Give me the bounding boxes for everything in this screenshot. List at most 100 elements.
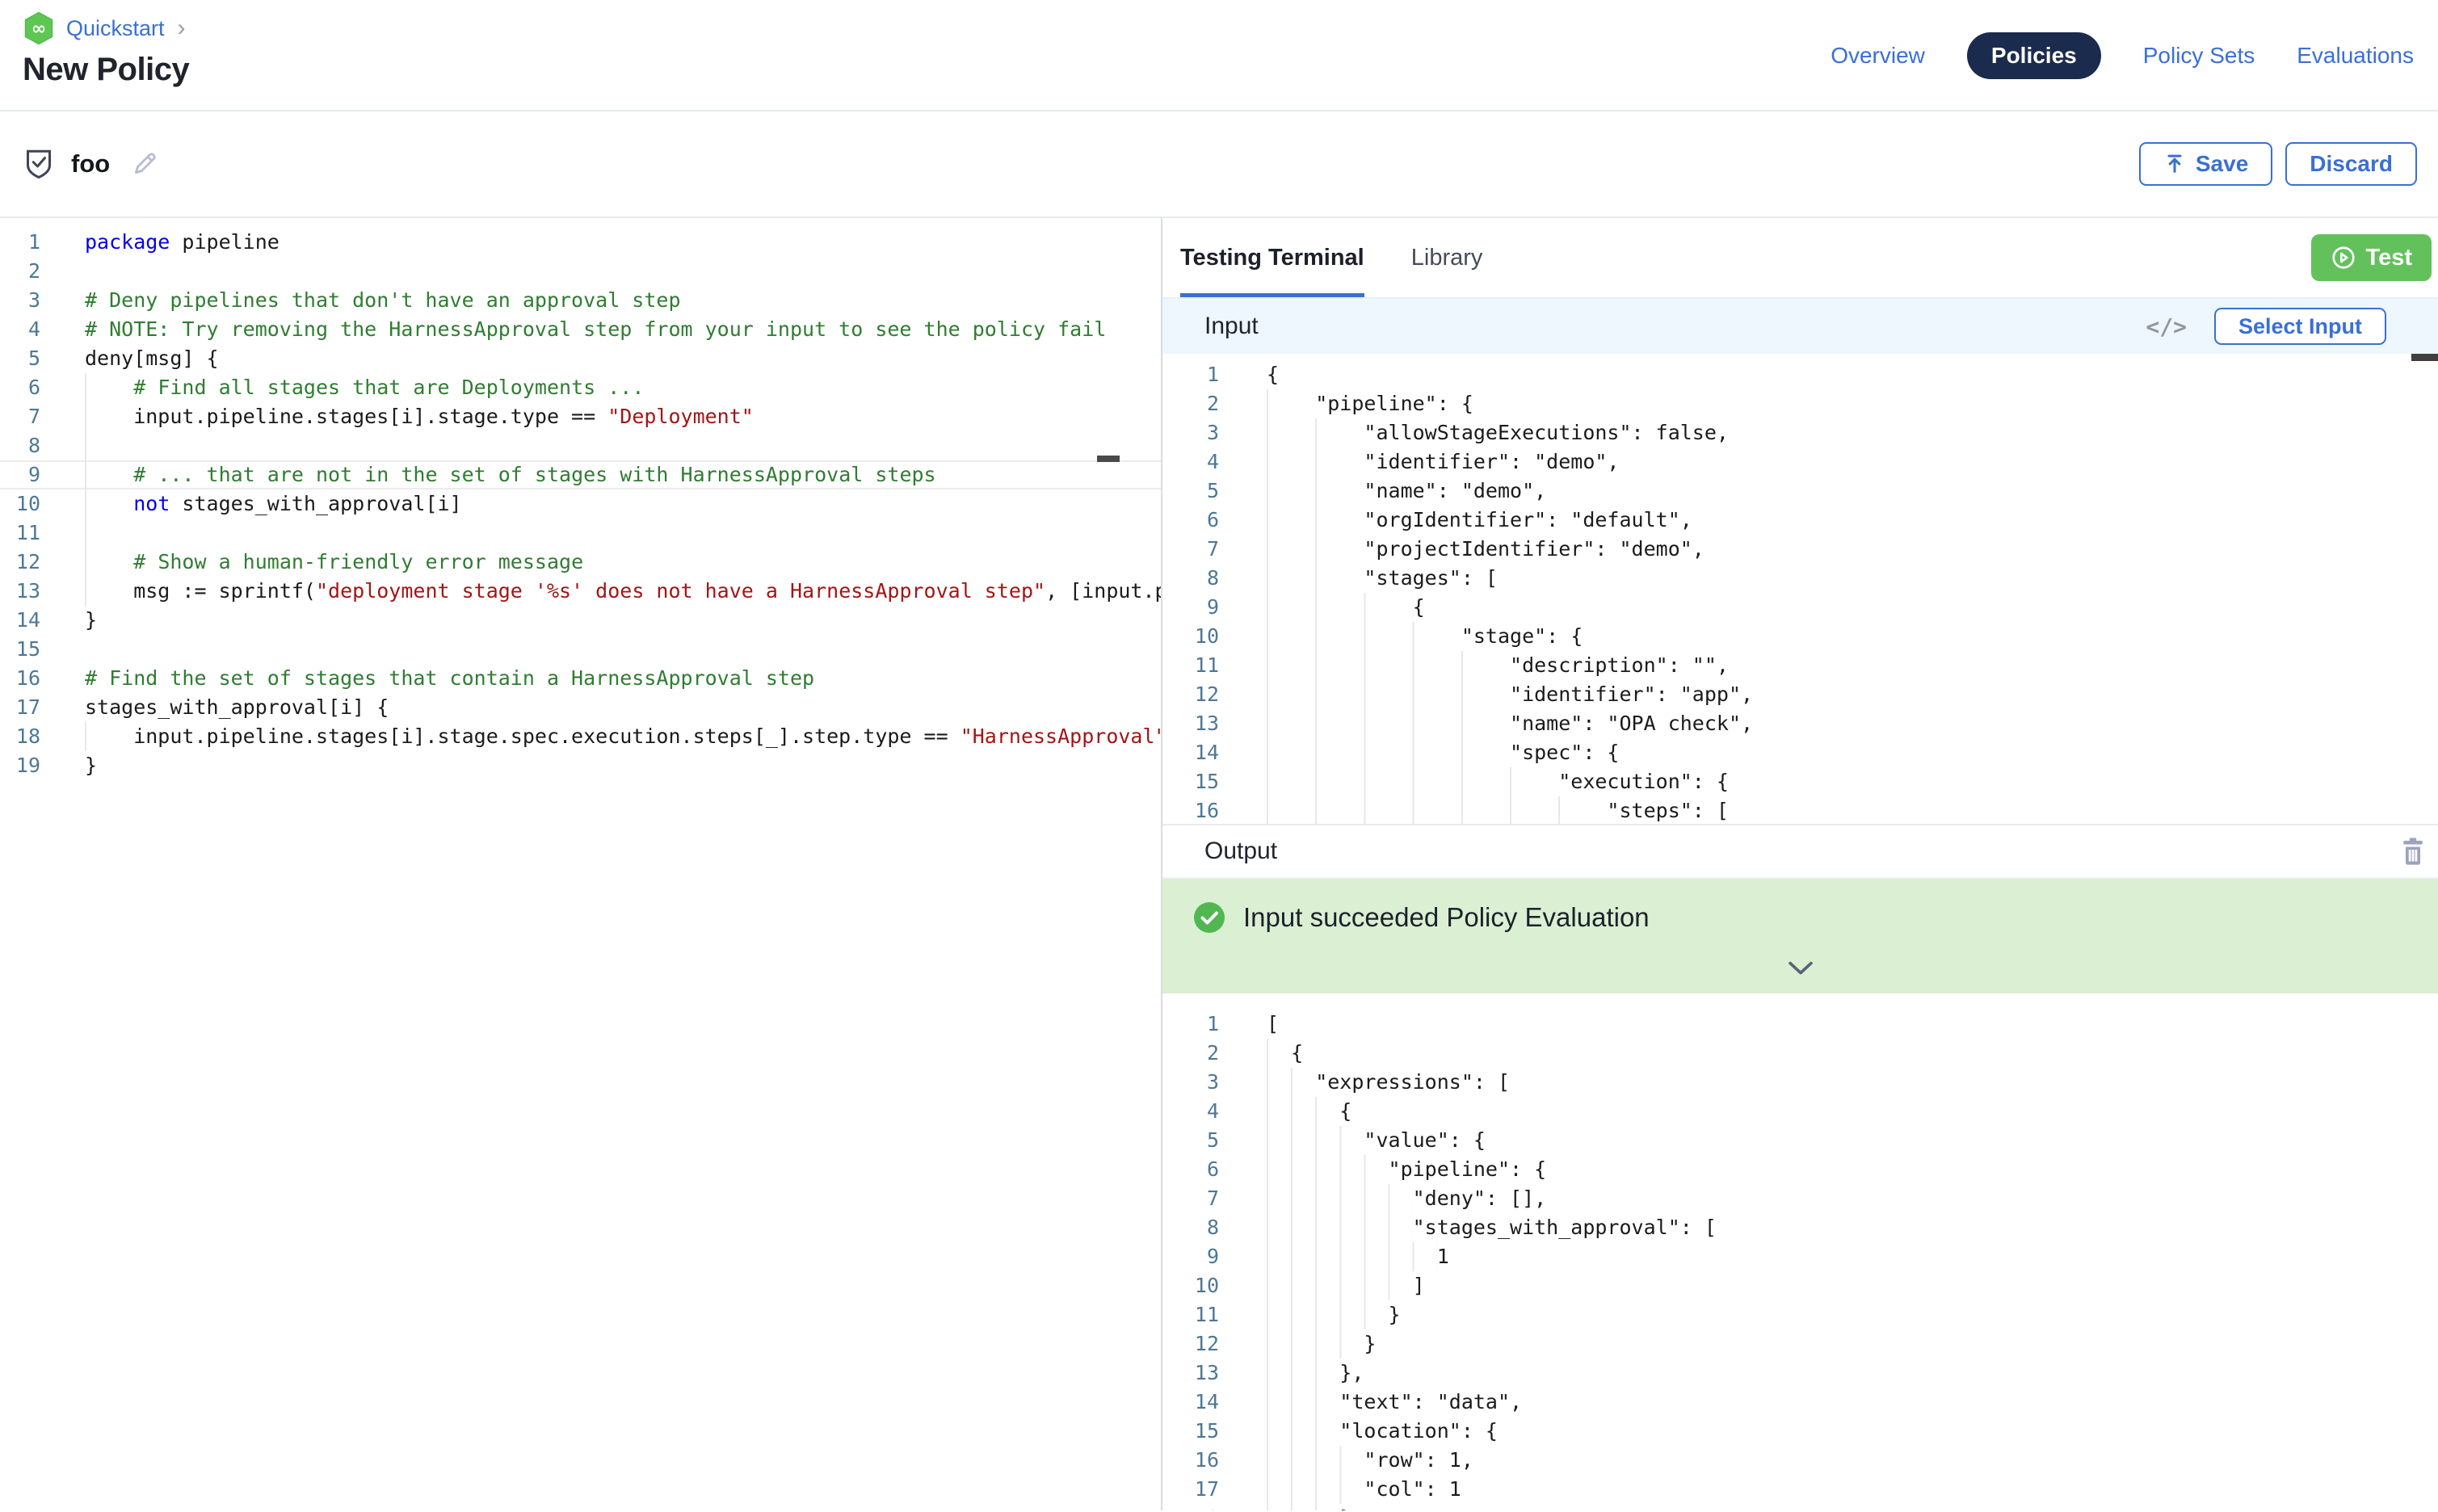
- code-line: 14 "spec": {: [1162, 738, 2438, 767]
- code-text: [85, 635, 1161, 664]
- code-text: "pipeline": {: [1267, 1155, 2438, 1184]
- code-text: "name": "OPA check",: [1267, 709, 2438, 738]
- code-text: }: [1267, 1300, 2438, 1329]
- chevron-down-icon[interactable]: [1788, 961, 1814, 976]
- line-number: 8: [1162, 1213, 1219, 1242]
- testing-tabs: Testing Terminal Library Test: [1162, 218, 2438, 299]
- policy-code-editor[interactable]: 1package pipeline23# Deny pipelines that…: [0, 218, 1161, 1510]
- trash-icon: [2399, 837, 2427, 866]
- line-number: 4: [1162, 1097, 1219, 1126]
- svg-text:∞: ∞: [32, 19, 46, 40]
- line-number: 12: [0, 548, 40, 577]
- output-label: Output: [1204, 838, 1277, 865]
- output-json-editor[interactable]: 1[2 {3 "expressions": [4 {5 "value": {6 …: [1162, 993, 2438, 1510]
- testing-pane: Testing Terminal Library Test Input </> …: [1162, 218, 2438, 1510]
- code-line: 9 1: [1162, 1242, 2438, 1271]
- policy-name: foo: [71, 149, 110, 178]
- save-button[interactable]: Save: [2139, 142, 2272, 186]
- code-line: 15 "location": {: [1162, 1417, 2438, 1446]
- nav-policy-sets[interactable]: Policy Sets: [2143, 43, 2255, 69]
- code-line: 14 "text": "data",: [1162, 1388, 2438, 1417]
- success-check-icon: [1193, 901, 1225, 934]
- code-text: input.pipeline.stages[i].stage.spec.exec…: [85, 722, 1161, 751]
- edit-pencil-icon[interactable]: [131, 150, 158, 178]
- line-number: 8: [0, 431, 40, 460]
- select-input-button[interactable]: Select Input: [2214, 308, 2386, 345]
- code-text: {: [1267, 593, 2438, 622]
- input-json-editor[interactable]: 1{2 "pipeline": {3 "allowStageExecutions…: [1162, 354, 2438, 824]
- code-line: 14}: [0, 606, 1161, 635]
- line-number: 1: [1162, 360, 1219, 389]
- code-text: # Show a human-friendly error message: [85, 548, 1161, 577]
- code-line: 5 "name": "demo",: [1162, 477, 2438, 506]
- nav-policies[interactable]: Policies: [1967, 32, 2101, 79]
- module-nav: Overview Policies Policy Sets Evaluation…: [1831, 32, 2414, 79]
- code-text: }: [1267, 1329, 2438, 1359]
- code-text: "allowStageExecutions": false,: [1267, 418, 2438, 447]
- code-line: 13 msg := sprintf("deployment stage '%s'…: [0, 577, 1161, 606]
- code-line: 11: [0, 519, 1161, 548]
- code-line: 11 "description": "",: [1162, 651, 2438, 680]
- code-line: 16 "steps": [: [1162, 796, 2438, 824]
- line-number: 19: [0, 751, 40, 780]
- breadcrumb-chevron-icon: ›: [178, 15, 186, 42]
- code-text: "spec": {: [1267, 738, 2438, 767]
- code-text: {: [1267, 360, 2438, 389]
- line-number: 5: [0, 344, 40, 373]
- line-number: 16: [0, 664, 40, 693]
- code-text: "stage": {: [1267, 622, 2438, 651]
- code-line: 19}: [0, 751, 1161, 780]
- line-number: 5: [1162, 477, 1219, 506]
- code-text: "description": "",: [1267, 651, 2438, 680]
- code-text: deny[msg] {: [85, 344, 1161, 373]
- discard-button[interactable]: Discard: [2285, 142, 2417, 186]
- code-view-icon[interactable]: </>: [2146, 313, 2187, 340]
- line-number: 15: [0, 635, 40, 664]
- code-text: }: [85, 751, 1161, 780]
- breadcrumb-project-link[interactable]: Quickstart: [66, 16, 165, 41]
- clear-output-button[interactable]: [2399, 837, 2427, 866]
- code-text: {: [1267, 1097, 2438, 1126]
- line-number: 16: [1162, 796, 1219, 824]
- code-line: 4 {: [1162, 1097, 2438, 1126]
- code-text: "row": 1,: [1267, 1446, 2438, 1475]
- line-number: 9: [1162, 1242, 1219, 1271]
- banner-message: Input succeeded Policy Evaluation: [1243, 902, 1650, 933]
- code-line: 9 {: [1162, 593, 2438, 622]
- code-line: 15: [0, 635, 1161, 664]
- code-text: # Find all stages that are Deployments .…: [85, 373, 1161, 402]
- code-text: "identifier": "app",: [1267, 680, 2438, 709]
- line-number: 16: [1162, 1446, 1219, 1475]
- code-text: "deny": [],: [1267, 1184, 2438, 1213]
- line-number: 10: [1162, 1271, 1219, 1300]
- line-number: 11: [1162, 1300, 1219, 1329]
- line-number: 6: [0, 373, 40, 402]
- code-line: 8 "stages_with_approval": [: [1162, 1213, 2438, 1242]
- line-number: 13: [1162, 709, 1219, 738]
- code-line: 16 "row": 1,: [1162, 1446, 2438, 1475]
- policy-toolbar: foo Save Discard: [0, 111, 2438, 218]
- code-line: 17stages_with_approval[i] {: [0, 693, 1161, 722]
- code-text: # ... that are not in the set of stages …: [85, 460, 1161, 489]
- line-number: 10: [1162, 622, 1219, 651]
- line-number: 17: [0, 693, 40, 722]
- code-line: 4# NOTE: Try removing the HarnessApprova…: [0, 315, 1161, 344]
- nav-overview[interactable]: Overview: [1831, 43, 1925, 69]
- code-line: 3 "allowStageExecutions": false,: [1162, 418, 2438, 447]
- line-number: 7: [1162, 1184, 1219, 1213]
- tab-testing-terminal[interactable]: Testing Terminal: [1180, 218, 1364, 297]
- line-number: 2: [1162, 1039, 1219, 1068]
- line-number: 5: [1162, 1126, 1219, 1155]
- code-text: package pipeline: [85, 228, 1161, 257]
- tab-library[interactable]: Library: [1411, 218, 1483, 297]
- code-text: 1: [1267, 1242, 2438, 1271]
- code-line: 3# Deny pipelines that don't have an app…: [0, 286, 1161, 315]
- line-number: 11: [0, 519, 40, 548]
- line-number: 18: [1162, 1504, 1219, 1510]
- nav-evaluations[interactable]: Evaluations: [2297, 43, 2414, 69]
- code-text: "text": "data",: [1267, 1388, 2438, 1417]
- code-text: "expressions": [: [1267, 1068, 2438, 1097]
- line-number: 14: [0, 606, 40, 635]
- test-button[interactable]: Test: [2311, 234, 2432, 281]
- line-number: 7: [1162, 535, 1219, 564]
